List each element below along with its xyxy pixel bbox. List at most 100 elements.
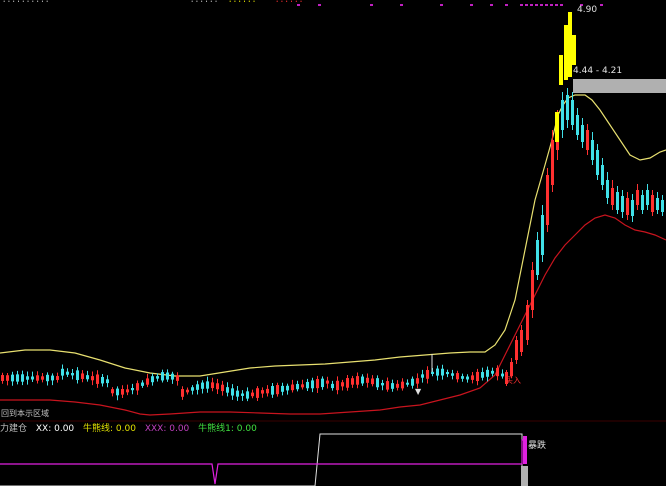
down-candle <box>241 393 244 396</box>
up-candle <box>356 376 359 385</box>
down-candle <box>306 381 309 389</box>
header-value-a: ?????? <box>190 0 219 5</box>
down-candle <box>606 180 609 198</box>
up-candle <box>476 371 479 382</box>
up-candle <box>36 375 39 381</box>
up-candle <box>326 380 329 384</box>
down-candle <box>76 370 79 381</box>
up-candle <box>456 373 459 380</box>
range-box <box>573 79 666 93</box>
down-candle <box>331 383 334 389</box>
up-candle <box>531 270 534 310</box>
up-candle <box>396 383 399 388</box>
up-candle <box>111 389 114 394</box>
down-candle <box>661 200 664 212</box>
indicator-signal-label: 暴跌 <box>528 441 547 451</box>
down-candle <box>446 371 449 375</box>
up-candle <box>126 389 129 393</box>
down-candle <box>631 200 634 216</box>
down-candle <box>141 382 144 386</box>
up-candle <box>371 378 374 385</box>
up-candle <box>1 375 4 381</box>
indicator-title: 力建仓 <box>0 424 28 434</box>
down-candle <box>436 368 439 376</box>
high-price-label: 4.90 <box>577 5 598 15</box>
upper-band-line <box>0 94 666 377</box>
down-candle <box>391 383 394 389</box>
up-candle <box>91 376 94 381</box>
gray-signal-bar <box>521 466 528 486</box>
down-candle <box>206 381 209 389</box>
up-candle <box>386 381 389 390</box>
down-candle <box>536 240 539 275</box>
down-candle <box>406 382 409 385</box>
up-candle <box>291 384 294 391</box>
up-candle <box>341 382 344 387</box>
up-candle <box>121 388 124 395</box>
down-candle <box>466 376 469 380</box>
down-candle <box>236 390 239 397</box>
up-candle <box>426 369 429 379</box>
down-candle <box>311 380 314 389</box>
up-candle <box>316 379 319 389</box>
stock-chart[interactable] <box>0 0 666 486</box>
down-candle <box>596 150 599 175</box>
up-candle <box>211 382 214 389</box>
down-candle <box>491 370 494 374</box>
up-candle <box>636 190 639 205</box>
down-candle <box>461 376 464 379</box>
up-candle <box>276 385 279 395</box>
up-candle <box>416 378 419 384</box>
down-candle <box>101 376 104 384</box>
range-label: 4.44 - 4.21 <box>573 66 623 76</box>
candlesticks <box>1 88 664 402</box>
down-candle <box>161 372 164 381</box>
up-candle <box>611 188 614 205</box>
up-candle <box>136 383 139 391</box>
down-candle <box>561 100 564 130</box>
down-candle <box>66 371 69 375</box>
down-candle <box>281 385 284 392</box>
up-candle <box>261 390 264 394</box>
down-candle <box>621 196 624 212</box>
up-candle <box>56 376 59 380</box>
down-candle <box>246 391 249 399</box>
header-value-c: ?????? <box>275 0 304 5</box>
down-candle <box>271 386 274 395</box>
signal-bar <box>572 35 576 65</box>
down-candle <box>591 140 594 160</box>
down-candle <box>451 373 454 376</box>
down-candle <box>601 165 604 185</box>
down-candle <box>656 198 659 210</box>
down-candle <box>166 372 169 380</box>
down-candle <box>411 378 414 386</box>
up-candle <box>336 380 339 391</box>
up-candle <box>546 175 549 225</box>
down-candle <box>576 115 579 135</box>
down-candle <box>201 382 204 389</box>
up-candle <box>186 389 189 393</box>
white-indicator-line <box>0 433 523 486</box>
down-candle <box>226 387 229 393</box>
up-candle <box>81 373 84 379</box>
up-candle <box>176 375 179 381</box>
indicator-niuxiong: 牛熊线: 0.00 <box>83 424 136 434</box>
magenta-indicator-line <box>0 439 525 485</box>
down-candle <box>646 190 649 205</box>
chart-title: ?????????? <box>2 0 50 5</box>
down-candle <box>581 125 584 142</box>
down-candle <box>571 100 574 125</box>
down-candle <box>641 195 644 210</box>
up-candle <box>181 389 184 397</box>
down-candle <box>566 95 569 120</box>
up-candle <box>266 388 269 394</box>
down-candle <box>376 378 379 388</box>
up-candle <box>221 384 224 392</box>
down-candle <box>116 388 119 396</box>
magenta-signal-bar <box>523 436 527 464</box>
up-candle <box>346 378 349 388</box>
up-candle <box>515 340 518 360</box>
down-candle <box>46 374 49 382</box>
down-candle <box>431 371 434 374</box>
up-candle <box>626 198 629 215</box>
